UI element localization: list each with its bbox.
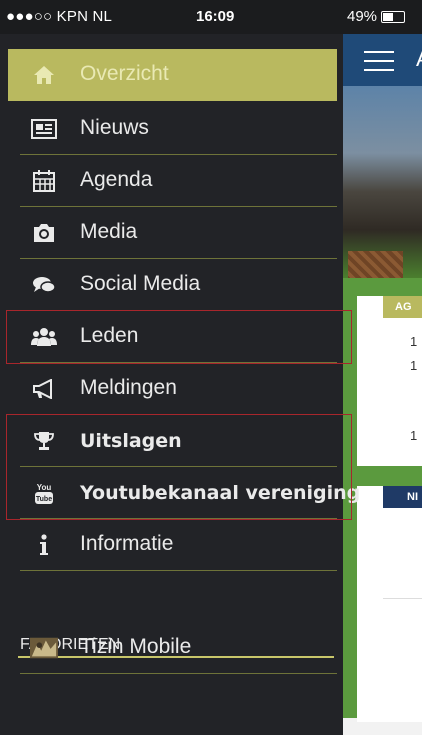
hero-photo xyxy=(343,86,422,321)
home-icon xyxy=(30,61,58,89)
menu-item-label: Overzicht xyxy=(80,62,169,85)
menu-item-label: Nieuws xyxy=(80,116,149,139)
carrier-label: ●●●○○ KPN NL xyxy=(6,8,113,25)
menu-item-label: Tizin Mobile xyxy=(80,635,192,658)
chat-bubbles-icon xyxy=(30,271,58,299)
highlight-uitslagen-youtube xyxy=(6,414,352,520)
clock: 16:09 xyxy=(196,8,235,25)
header-title-fragment: A xyxy=(416,46,422,72)
hamburger-menu-icon[interactable] xyxy=(364,51,394,78)
menu-item-social-media[interactable]: Social Media xyxy=(8,259,337,311)
side-drawer: Overzicht Nieuws Agenda Media Social Med… xyxy=(0,34,360,735)
favorite-item-tizin-mobile[interactable]: Tizin Mobile xyxy=(8,622,337,674)
info-icon xyxy=(30,531,58,559)
agenda-row: 1 xyxy=(410,334,418,349)
menu-item-label: Agenda xyxy=(80,168,153,191)
agenda-row: 1 xyxy=(410,358,418,373)
app-header: A xyxy=(343,34,422,86)
menu-divider xyxy=(20,570,337,571)
menu-item-label: Meldingen xyxy=(80,376,177,399)
menu-item-media[interactable]: Media xyxy=(8,207,337,259)
agenda-card[interactable]: AG 1 1 1 xyxy=(357,296,422,466)
menu-item-label: Informatie xyxy=(80,532,174,555)
menu-item-agenda[interactable]: Agenda xyxy=(8,155,337,207)
main-content-peek[interactable]: A AG 1 1 1 NI xyxy=(343,34,422,735)
camera-icon xyxy=(30,219,58,247)
battery-percent: 49% xyxy=(347,8,378,25)
menu-item-nieuws[interactable]: Nieuws xyxy=(8,103,337,155)
newspaper-icon xyxy=(30,115,58,143)
news-card-tab: NI xyxy=(383,486,422,508)
news-card[interactable]: NI xyxy=(357,486,422,722)
menu-item-informatie[interactable]: Informatie xyxy=(8,519,337,571)
news-divider xyxy=(383,598,422,599)
menu-divider xyxy=(20,673,337,674)
highlight-leden xyxy=(6,310,352,364)
agenda-card-tab: AG xyxy=(383,296,422,318)
menu-item-label: Media xyxy=(80,220,138,243)
megaphone-icon xyxy=(30,375,58,403)
menu-item-meldingen[interactable]: Meldingen xyxy=(8,363,337,415)
menu-item-overzicht[interactable]: Overzicht xyxy=(8,49,337,101)
calendar-icon xyxy=(30,167,58,195)
menu-item-label: Social Media xyxy=(80,272,201,295)
tizin-logo-icon xyxy=(30,634,58,662)
battery-icon xyxy=(381,11,406,24)
battery-indicator: 49% xyxy=(347,8,406,25)
agenda-row: 1 xyxy=(410,428,418,443)
status-bar: ●●●○○ KPN NL 16:09 49% xyxy=(0,0,422,34)
